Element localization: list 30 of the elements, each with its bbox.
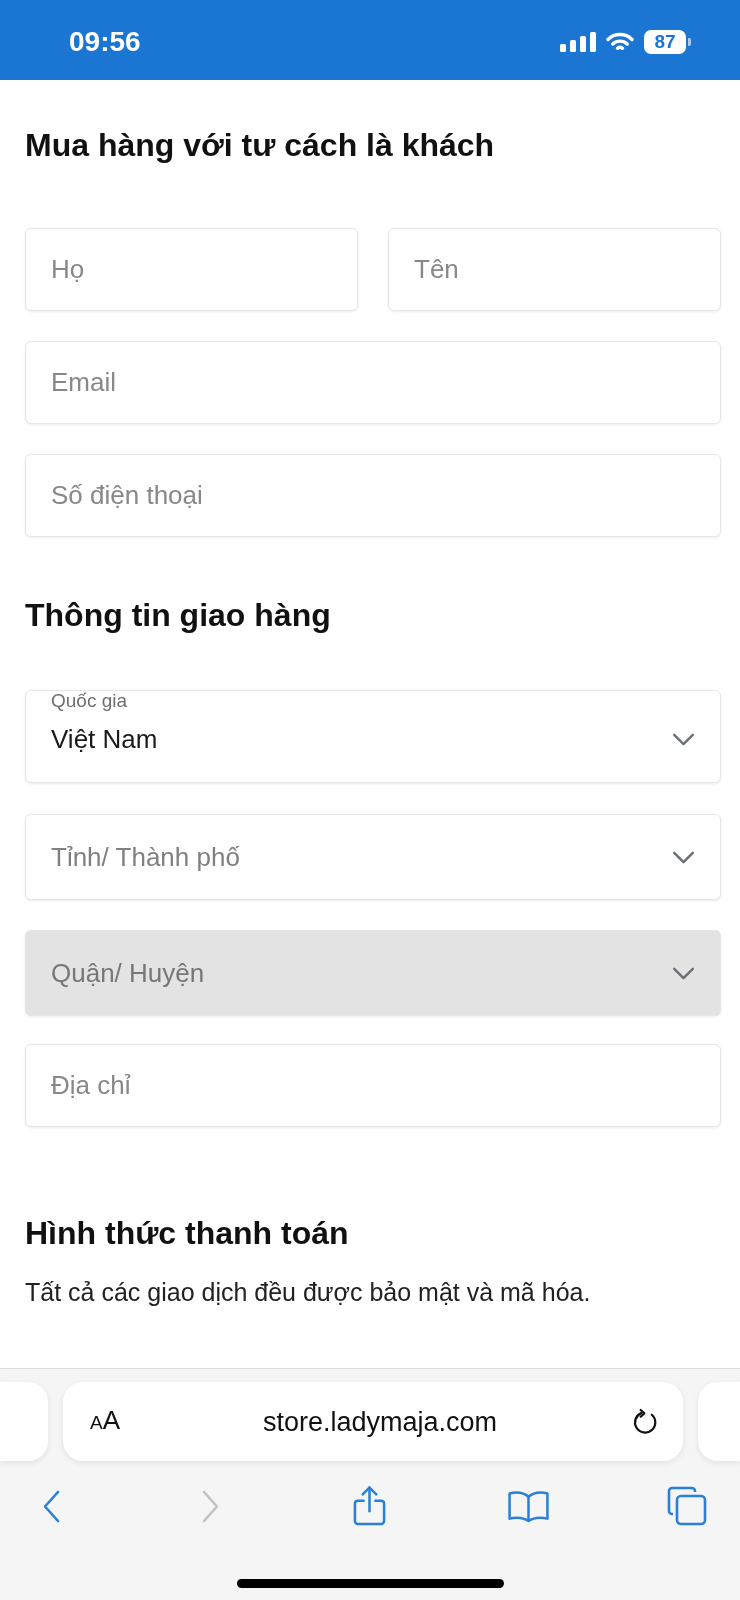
share-icon [351, 1485, 387, 1527]
clock-time: 09:56 [69, 25, 141, 58]
address-bar[interactable]: AA store.ladymaja.com [63, 1382, 683, 1461]
dropdown-select[interactable]: Quốc gia Việt Nam [25, 690, 721, 783]
section-heading: Thông tin giao hàng [25, 596, 332, 635]
chevron-down-icon [672, 732, 695, 746]
section-heading: Hình thức thanh toán [25, 1214, 350, 1253]
chevron-down-icon [672, 966, 695, 980]
tabs-icon [667, 1486, 707, 1526]
security-note: Tất cả các giao dịch đều được bảo mật và mã hóa. [25, 1277, 592, 1308]
battery-percentage: 87 [644, 30, 686, 54]
chevron-down-icon [672, 850, 695, 864]
open-book-icon [506, 1489, 550, 1523]
text-input-field[interactable]: Họ [25, 228, 358, 311]
wifi-icon [606, 32, 634, 52]
url-text: store.ladymaja.com [261, 1405, 499, 1438]
text-input-field[interactable]: Tên [388, 228, 721, 311]
reload-icon [632, 1407, 659, 1436]
text-size-button[interactable]: AA [90, 1405, 121, 1438]
reload-button[interactable] [632, 1407, 659, 1436]
text-input-field[interactable]: Số điện thoại [25, 454, 721, 537]
floating-label: Quốc gia [51, 691, 129, 711]
section-heading: Mua hàng với tư cách là khách [25, 126, 496, 165]
dropdown-select[interactable]: Tỉnh/ Thành phố [25, 814, 721, 900]
text-input-field[interactable]: Địa chỉ [25, 1044, 721, 1127]
chevron-right-icon [200, 1489, 220, 1523]
chevron-left-icon [41, 1489, 61, 1523]
signal-icon [560, 32, 596, 52]
text-input-field[interactable]: Email [25, 341, 721, 424]
battery-tip-icon [688, 38, 691, 46]
